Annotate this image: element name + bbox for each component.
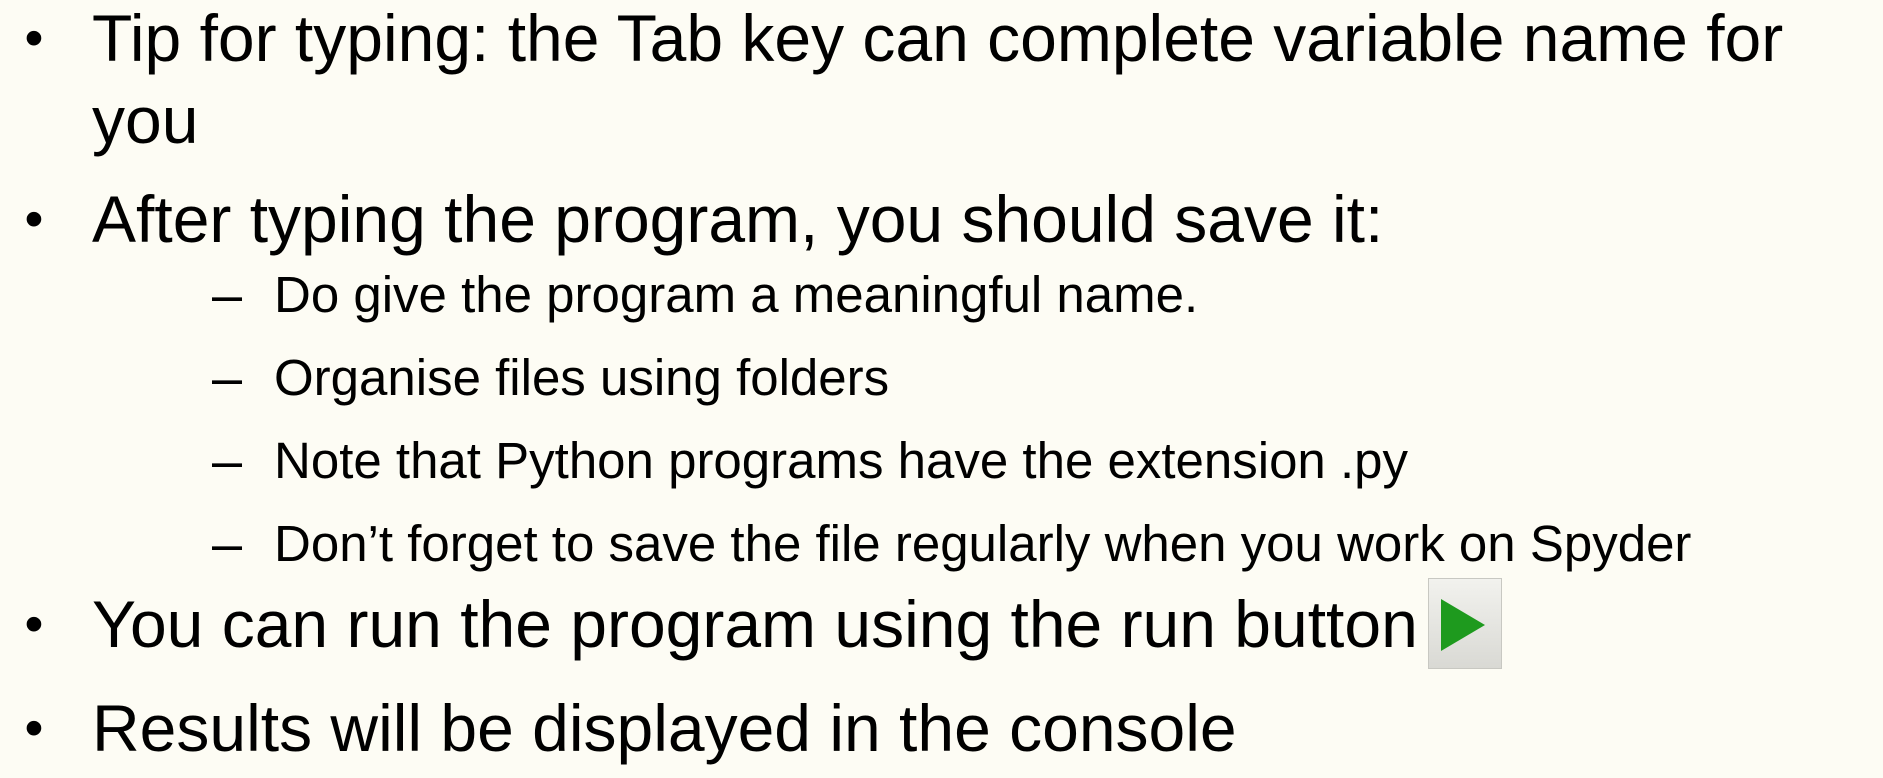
bullet-marker: • [24,594,44,654]
run-button-image [1427,578,1502,670]
sub-bullet-text: Do give the program a meaningful name. [274,266,1199,323]
bullet-item-console: • Results will be displayed in the conso… [0,687,1883,769]
bullet-item-save: • After typing the program, you should s… [0,178,1883,573]
sub-bullet-item-meaningful-name: – Do give the program a meaningful name. [92,266,1883,324]
bullet-marker: • [24,698,44,759]
sub-bullet-item-save-regularly: – Don’t forget to save the file regularl… [92,515,1883,573]
sub-bullet-marker: – [211,265,243,325]
bullet-item-tab-tip: • Tip for typing: the Tab key can comple… [0,0,1883,161]
run-play-icon [1440,599,1485,652]
sub-bullet-marker: – [211,431,243,491]
bullet-marker: • [24,189,44,249]
bullet-item-run: • You can run the program using the run … [0,578,1883,670]
sub-bullet-marker: – [211,348,243,408]
sub-bullet-item-folders: – Organise files using folders [92,349,1883,407]
slide: • Tip for typing: the Tab key can comple… [0,0,1883,778]
sub-bullet-text: Don’t forget to save the file regularly … [274,515,1692,572]
sub-bullet-list: – Do give the program a meaningful name.… [92,266,1883,573]
bullet-text: Tip for typing: the Tab key can complete… [92,1,1784,157]
sub-bullet-text: Organise files using folders [274,349,890,406]
bullet-marker: • [24,8,44,68]
bullet-text: After typing the program, you should sav… [92,182,1384,256]
bullet-text: You can run the program using the run bu… [92,587,1418,661]
sub-bullet-item-extension: – Note that Python programs have the ext… [92,432,1883,490]
sub-bullet-text: Note that Python programs have the exten… [274,432,1409,489]
bullet-text: Results will be displayed in the console [92,691,1237,766]
sub-bullet-marker: – [211,514,243,574]
bullet-list: • Tip for typing: the Tab key can comple… [0,0,1883,769]
